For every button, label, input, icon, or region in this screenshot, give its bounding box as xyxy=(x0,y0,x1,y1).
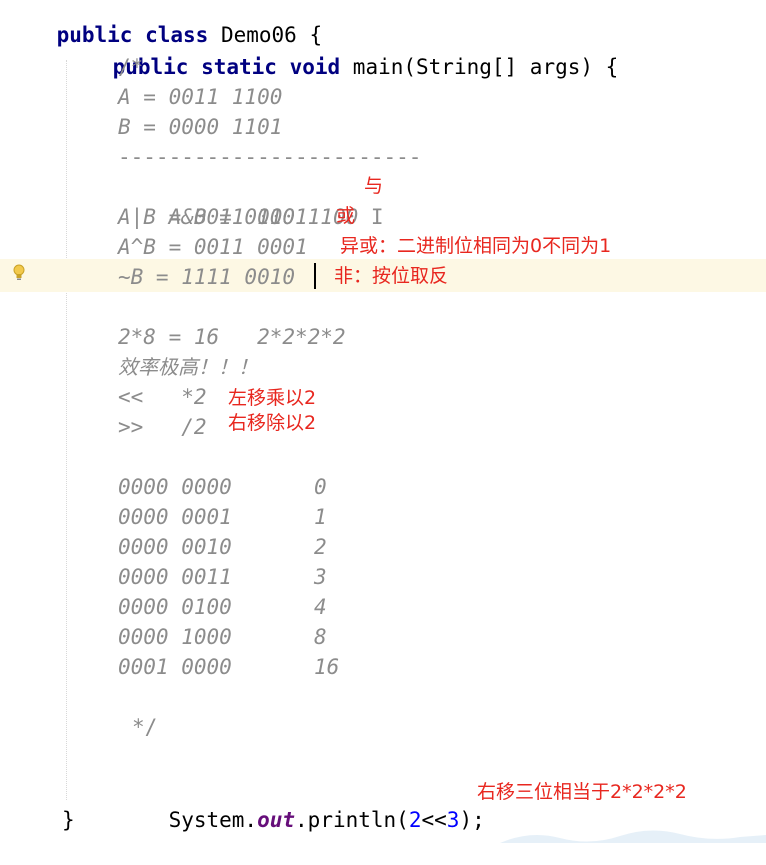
decorative-wave xyxy=(500,830,766,843)
lightbulb-icon[interactable] xyxy=(12,264,26,282)
number-literal: 3 xyxy=(446,808,460,832)
text-caret xyxy=(314,263,316,289)
println-statement[interactable]: System.out.println(2<<3); xyxy=(118,775,485,832)
annotation-and: 与 xyxy=(364,175,384,197)
comment-close: */ xyxy=(132,715,158,739)
annotation-println: 右移三位相当于2*2*2*2 xyxy=(477,781,687,803)
table-row: 0000 0000 xyxy=(118,472,232,502)
main-method-line[interactable]: public static void main(String[] args) { xyxy=(62,22,619,79)
comment-multiply-line: 2*8 = 16 2*2*2*2 xyxy=(118,325,346,349)
comment-open: /* xyxy=(118,55,144,79)
comment-not-line: ~B = 1111 0010 xyxy=(118,265,296,289)
comment-separator: ------------------------ xyxy=(118,145,422,169)
table-row: 0000 1000 xyxy=(118,622,232,652)
println-call: .println( xyxy=(295,808,409,832)
comment-xor-line: A^B = 0011 0001 xyxy=(118,235,308,259)
method-close-brace: } xyxy=(62,808,75,832)
annotation-shift-right: 右移除以2 xyxy=(228,412,317,434)
table-row-decimal: 16 xyxy=(314,655,340,679)
binary-value: 0000 0001 xyxy=(118,505,232,529)
table-row-decimal: 8 xyxy=(314,625,327,649)
method-signature: main(String[] args) { xyxy=(340,55,619,79)
table-row: 0000 0011 xyxy=(118,562,232,592)
comment-efficiency-line: 效率极高！！！ xyxy=(118,355,258,379)
table-row: 0000 0100 xyxy=(118,592,232,622)
binary-value: 0001 0000 xyxy=(118,655,232,679)
annotation-shift-left: 左移乘以2 xyxy=(228,387,317,409)
comment-and-line: A&B = 0000 1100 I xyxy=(118,172,384,229)
binary-value: 0000 0100 xyxy=(118,595,232,619)
comment-or-line: A|B = 0011 1101 xyxy=(118,205,308,229)
table-row: 0001 0000 xyxy=(118,652,232,682)
table-row-decimal: 0 xyxy=(314,475,327,499)
editor-gutter[interactable] xyxy=(0,0,40,843)
shift-operator: << xyxy=(421,808,447,832)
code-editor[interactable]: public class Demo06 { public static void… xyxy=(0,0,766,843)
table-row-decimal: 2 xyxy=(314,535,327,559)
indent-guide xyxy=(66,60,68,800)
system-class: System. xyxy=(168,808,258,832)
table-row: 0000 0001 xyxy=(118,502,232,532)
annotation-or: 或 xyxy=(336,205,356,227)
binary-value: 0000 0011 xyxy=(118,565,232,589)
number-literal: 2 xyxy=(408,808,422,832)
class-declaration-line[interactable]: public class Demo06 { xyxy=(6,0,323,47)
statement-end: ); xyxy=(459,808,485,832)
comment-a-definition: A = 0011 1100 xyxy=(118,85,283,109)
annotation-not: 非：按位取反 xyxy=(334,265,449,287)
table-row-decimal: 3 xyxy=(314,565,327,589)
table-row-decimal: 1 xyxy=(314,505,327,529)
out-field: out xyxy=(257,808,296,832)
text-cursor-indicator: I xyxy=(370,205,384,229)
comment-shift-right-line: >> /2 xyxy=(118,415,207,439)
table-row-decimal: 4 xyxy=(314,595,327,619)
method-modifiers: public static void xyxy=(112,55,341,79)
binary-value: 0000 1000 xyxy=(118,625,232,649)
comment-shift-left-line: << *2 xyxy=(118,385,207,409)
annotation-xor: 异或：二进制位相同为0不同为1 xyxy=(340,235,612,257)
binary-value: 0000 0000 xyxy=(118,475,232,499)
comment-b-definition: B = 0000 1101 xyxy=(118,115,283,139)
binary-value: 0000 0010 xyxy=(118,535,232,559)
table-row: 0000 0010 xyxy=(118,532,232,562)
